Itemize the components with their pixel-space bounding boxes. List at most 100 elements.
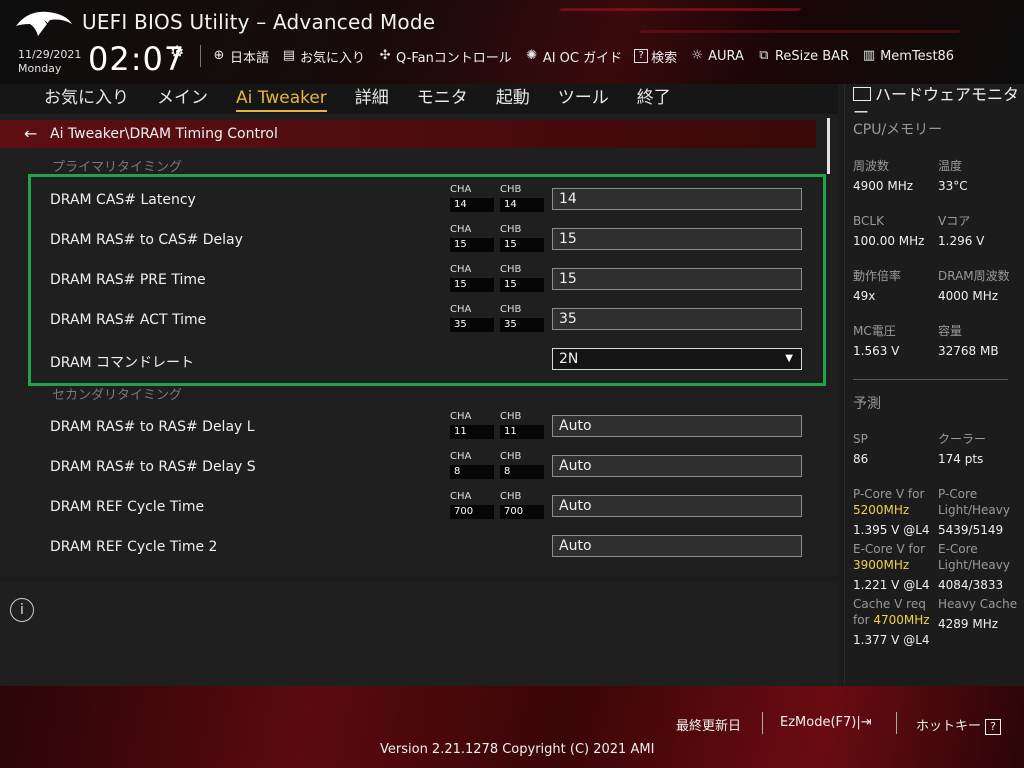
- breadcrumb-text: Ai Tweaker\DRAM Timing Control: [50, 126, 278, 142]
- channel-b-readout: CHB 700: [500, 491, 544, 521]
- language-button[interactable]: ⊕ 日本語: [211, 47, 269, 66]
- tab-exit[interactable]: 終了: [623, 86, 685, 110]
- favorites-button[interactable]: ▤ お気に入り: [281, 47, 365, 66]
- memtest-icon: ▥: [862, 48, 876, 63]
- channel-a-value: 11: [450, 425, 494, 439]
- footer-divider: [762, 712, 763, 734]
- section-secondary-timings: セカンダリタイミング: [52, 388, 183, 403]
- ezmode-button[interactable]: EzMode(F7)|⇥: [780, 715, 872, 730]
- cache-v-freq: 4700MHz: [873, 613, 930, 627]
- pcore-v-label: P-Core V for: [853, 487, 925, 501]
- hotkeys-label: ホットキー: [916, 719, 982, 734]
- setting-row-rrd-l[interactable]: DRAM RAS# to RAS# Delay L CHA 11 CHB 11 Au…: [50, 411, 810, 447]
- section-primary-timings: プライマリタイミング: [52, 160, 183, 175]
- day-text: Monday: [18, 62, 62, 75]
- highlight-box: [28, 174, 826, 386]
- pcore-v-value: 1.395 V @L4: [853, 523, 930, 537]
- ecore-lh-value: 4084/3833: [938, 578, 1004, 592]
- hotkeys-button[interactable]: ホットキー?: [916, 715, 1002, 735]
- tab-advanced[interactable]: 詳細: [341, 86, 403, 110]
- search-button[interactable]: ? 検索: [634, 47, 677, 66]
- qfan-label: Q-Fanコントロール: [396, 50, 512, 66]
- settings-panel: ← Ai Tweaker\DRAM Timing Control プライマリタイ…: [0, 114, 838, 576]
- refresh-cycle-input[interactable]: Auto: [552, 495, 802, 517]
- channel-b-label: CHB: [500, 491, 522, 502]
- scrollbar[interactable]: [827, 118, 830, 174]
- setting-row-refresh-cycle-2[interactable]: DRAM REF Cycle Time 2 Auto: [50, 531, 810, 567]
- dram-freq-label: DRAM周波数: [938, 269, 1010, 283]
- rog-logo-icon: [16, 11, 72, 36]
- help-key-icon: ?: [985, 719, 1002, 735]
- back-arrow-icon[interactable]: ←: [24, 124, 37, 143]
- setting-row-refresh-cycle[interactable]: DRAM REF Cycle Time CHA 700 CHB 700 Auto: [50, 491, 810, 527]
- ai-oc-label: AI OC ガイド: [542, 50, 623, 66]
- channel-a-readout: CHA 8: [450, 451, 494, 481]
- info-icon: i: [10, 598, 34, 622]
- rrd-s-input[interactable]: Auto: [552, 455, 802, 477]
- ai-oc-button[interactable]: ✺ AI OC ガイド: [524, 47, 622, 66]
- bclk-value: 100.00 MHz: [853, 234, 925, 248]
- aura-icon: ☼: [691, 48, 703, 63]
- fan-icon: ✣: [379, 48, 391, 63]
- toolbar-divider: [200, 45, 201, 67]
- channel-b-value: 700: [500, 505, 544, 519]
- mc-volt-label: MC電圧: [853, 324, 896, 338]
- divider: [853, 379, 1008, 380]
- language-label: 日本語: [230, 50, 270, 66]
- help-info-panel: i: [0, 582, 838, 686]
- cache-v-for-text: for: [853, 613, 870, 627]
- channel-b-value: 8: [500, 465, 544, 479]
- last-modified-button[interactable]: 最終更新日: [676, 715, 741, 734]
- ecore-v-label: E-Core V for: [853, 542, 926, 556]
- channel-a-label: CHA: [450, 491, 472, 502]
- channel-a-readout: CHA 11: [450, 411, 494, 441]
- exit-arrow-icon: |⇥: [856, 715, 872, 730]
- heavy-cache-value: 4289 MHz: [938, 617, 999, 631]
- search-label: 検索: [651, 50, 678, 66]
- tab-tool[interactable]: ツール: [544, 86, 623, 110]
- monitor-title-text: ハードウェアモニター: [853, 85, 1020, 122]
- gear-icon[interactable]: ⚙: [170, 42, 184, 61]
- ezmode-label: EzMode(F7): [780, 715, 857, 730]
- vcore-label: Vコア: [938, 214, 971, 228]
- tab-main[interactable]: メイン: [143, 86, 222, 110]
- channel-a-label: CHA: [450, 411, 472, 422]
- vcore-value: 1.296 V: [938, 234, 985, 248]
- heavy-cache-label: Heavy Cache: [938, 597, 1018, 611]
- cooler-value: 174 pts: [938, 452, 984, 466]
- ecore-lh-label: E-Core: [938, 542, 978, 556]
- dram-freq-value: 4000 MHz: [938, 289, 999, 303]
- setting-label: DRAM RAS# to RAS# Delay L: [50, 419, 255, 435]
- refresh-cycle-2-input[interactable]: Auto: [552, 535, 802, 557]
- tab-boot[interactable]: 起動: [482, 86, 544, 110]
- tab-monitor[interactable]: モニタ: [403, 86, 482, 110]
- top-header: UEFI BIOS Utility – Advanced Mode 11/29/…: [0, 0, 1024, 84]
- aura-button[interactable]: ☼ AURA: [689, 48, 744, 64]
- bottom-bar: 最終更新日 EzMode(F7)|⇥ ホットキー? Version 2.21.1…: [0, 686, 1024, 768]
- channel-b-label: CHB: [500, 411, 522, 422]
- tab-ai-tweaker[interactable]: Ai Tweaker: [222, 86, 341, 112]
- pcore-v-freq: 5200MHz: [853, 503, 910, 517]
- hardware-monitor-panel: ハードウェアモニター CPU/メモリー 周波数 温度 4900 MHz 33°C…: [844, 84, 1024, 686]
- date-text: 11/29/2021: [18, 48, 82, 61]
- ratio-value: 49x: [853, 289, 876, 303]
- breadcrumb: ← Ai Tweaker\DRAM Timing Control: [0, 120, 816, 148]
- sp-label: SP: [853, 432, 868, 446]
- setting-row-rrd-s[interactable]: DRAM RAS# to RAS# Delay S CHA 8 CHB 8 Auto: [50, 451, 810, 487]
- memtest-button[interactable]: ▥ MemTest86: [861, 48, 954, 64]
- date-display: 11/29/2021 Monday: [18, 48, 81, 76]
- resize-bar-button[interactable]: ⧉ ReSize BAR: [756, 48, 849, 64]
- favorites-icon: ▤: [282, 48, 296, 63]
- main-menu: お気に入り メイン Ai Tweaker 詳細 モニタ 起動 ツール 終了: [30, 86, 685, 112]
- tab-favorites[interactable]: お気に入り: [30, 86, 143, 110]
- qfan-button[interactable]: ✣ Q-Fanコントロール: [377, 47, 512, 66]
- pcore-lh-sublabel: Light/Heavy: [938, 503, 1010, 517]
- ecore-v-freq: 3900MHz: [853, 558, 910, 572]
- favorites-label: お気に入り: [300, 50, 366, 66]
- temp-label: 温度: [938, 159, 963, 173]
- channel-b-label: CHB: [500, 451, 522, 462]
- help-icon: ?: [634, 49, 649, 63]
- rrd-l-input[interactable]: Auto: [552, 415, 802, 437]
- pcore-lh-label: P-Core: [938, 487, 978, 501]
- decor-stripe: [558, 8, 802, 11]
